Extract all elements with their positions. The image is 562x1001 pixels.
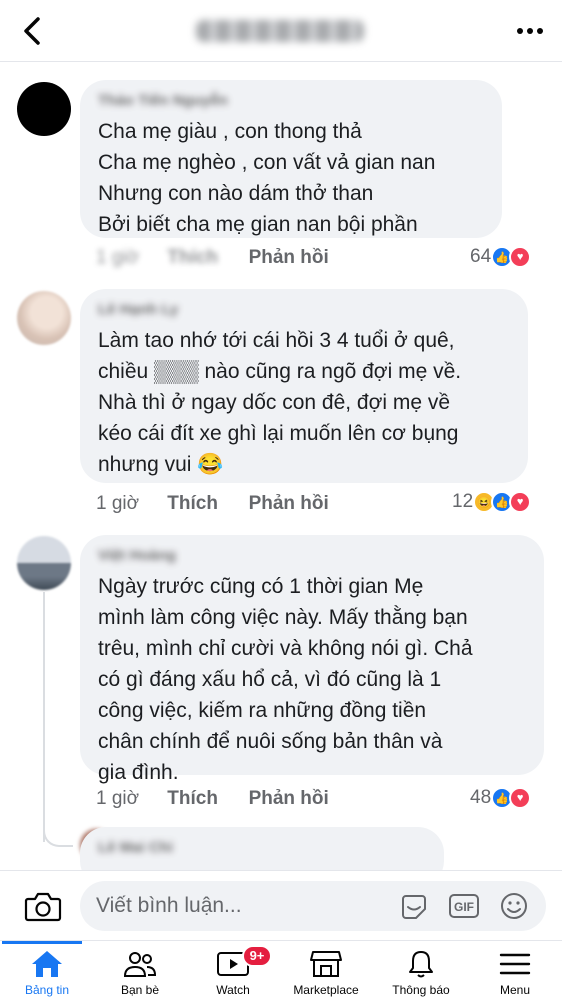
watch-badge: 9+	[242, 945, 272, 967]
love-icon: ♥	[509, 787, 532, 809]
comment-actions: 1 giờ Thích Phản hồi	[96, 788, 329, 812]
comment-text: Cha mẹ giàu , con thong thả Cha mẹ nghèo…	[98, 120, 436, 236]
comment-author[interactable]: Việt Hoàng	[98, 547, 526, 571]
reply-button[interactable]: Phản hồi	[249, 247, 329, 269]
comment-composer: Viết bình luận... GIF	[0, 870, 562, 940]
tab-label: Menu	[499, 983, 531, 997]
tab-marketplace[interactable]: Marketplace	[271, 941, 381, 1001]
like-button[interactable]: Thích	[167, 493, 243, 515]
reaction-summary[interactable]: 48 👍 ♥	[470, 785, 532, 811]
reaction-count: 12	[452, 491, 474, 512]
top-bar	[0, 0, 562, 62]
avatar[interactable]	[17, 291, 71, 345]
comment-author[interactable]: Thảo Tiến Nguyễn	[98, 92, 484, 116]
comment-bubble: Việt Hoàng Ngày trước cũng có 1 thời gia…	[80, 535, 544, 784]
friends-icon	[123, 952, 157, 977]
comment-author[interactable]: Lê Hạnh Ly	[98, 301, 510, 325]
home-icon	[32, 951, 62, 977]
more-options-icon[interactable]	[516, 26, 544, 36]
reaction-count: 64	[470, 246, 492, 267]
marketplace-icon	[310, 951, 342, 977]
back-arrow-icon[interactable]	[18, 14, 48, 48]
love-icon: ♥	[509, 246, 532, 268]
comment-input[interactable]: Viết bình luận... GIF	[80, 881, 546, 931]
tab-label: Marketplace	[293, 983, 359, 997]
camera-icon[interactable]	[24, 889, 62, 923]
comment-placeholder: Viết bình luận...	[96, 894, 242, 917]
avatar[interactable]	[17, 536, 71, 590]
comment-actions: 1 giờ Thích Phản hồi	[96, 247, 329, 271]
comment-time: 1 giờ	[96, 247, 140, 268]
comment-bubble: Lê Hạnh Ly Làm tao nhớ tới cái hồi 3 4 t…	[80, 289, 528, 483]
emoji-icon[interactable]	[498, 891, 530, 921]
comment-time: 1 giờ	[96, 788, 140, 809]
reply-bubble: Lê Mai Chi	[80, 827, 444, 870]
love-icon: ♥	[509, 491, 532, 513]
sticker-icon[interactable]	[398, 891, 430, 921]
like-button[interactable]: Thích	[167, 788, 243, 810]
post-title	[196, 20, 364, 42]
avatar[interactable]	[17, 82, 71, 136]
reaction-summary[interactable]: 12 😆 👍 ♥	[452, 489, 532, 515]
menu-icon	[499, 953, 531, 975]
comment-text: Ngày trước cũng có 1 thời gian Mẹ mình l…	[98, 575, 473, 784]
thread-line	[43, 592, 45, 842]
bell-icon	[409, 951, 433, 978]
comment-text: Làm tao nhớ tới cái hồi 3 4 tuổi ở quê, …	[98, 329, 462, 476]
reply-button[interactable]: Phản hồi	[249, 493, 329, 515]
reply-author[interactable]: Lê Mai Chi	[98, 839, 426, 863]
comments-list: Thảo Tiến Nguyễn Cha mẹ giàu , con thong…	[0, 62, 562, 870]
gif-icon[interactable]: GIF	[448, 891, 480, 921]
bottom-tab-bar: Bảng tin Bạn bè 9+ Watch Marketplace Thô…	[0, 940, 562, 1000]
svg-text:GIF: GIF	[454, 900, 474, 914]
like-button[interactable]: Thích	[167, 247, 243, 269]
tab-menu[interactable]: Menu	[460, 941, 562, 1001]
reply-button[interactable]: Phản hồi	[249, 788, 329, 810]
reaction-count: 48	[470, 787, 492, 808]
comment-actions: 1 giờ Thích Phản hồi	[96, 493, 329, 517]
comment-bubble: Thảo Tiến Nguyễn Cha mẹ giàu , con thong…	[80, 80, 502, 238]
comment-time: 1 giờ	[96, 493, 140, 514]
thread-connector	[43, 817, 73, 847]
active-tab-indicator	[2, 941, 82, 944]
reaction-summary[interactable]: 64 👍 ♥	[470, 244, 532, 270]
